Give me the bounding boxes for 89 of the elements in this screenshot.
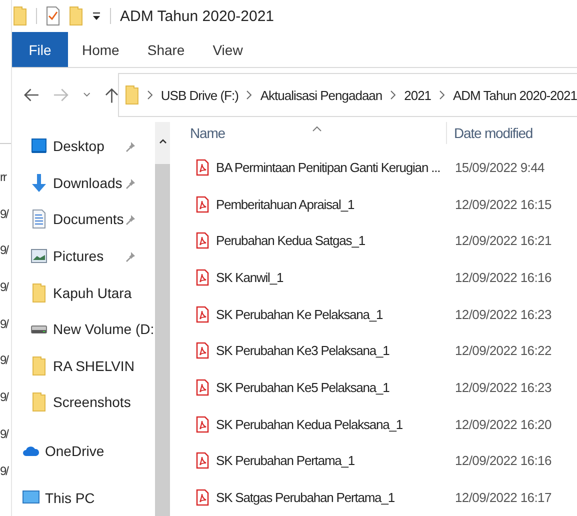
date-modified: 12/09/2022 16:16 — [455, 270, 552, 286]
pdf-file-icon — [196, 196, 209, 213]
file-name[interactable]: SK Kanwil_1 — [216, 270, 284, 286]
chevron-icon[interactable] — [439, 90, 445, 100]
window-title: ADM Tahun 2020-2021 — [120, 8, 274, 24]
file-name[interactable]: BA Permintaan Penitipan Ganti Kerugian ... — [216, 160, 440, 175]
nav-item[interactable]: This PC — [45, 490, 95, 506]
pdf-file-icon — [196, 158, 209, 176]
chevron-icon[interactable] — [146, 90, 153, 100]
date-modified: 12/09/2022 16:21 — [455, 233, 552, 248]
text-fragment: 9/ — [0, 353, 10, 370]
document-icon — [32, 209, 46, 230]
breadcrumb[interactable]: USB Drive (F:) — [160, 88, 238, 102]
chevron-icon[interactable] — [390, 90, 396, 100]
text-fragment: 9/ — [0, 206, 10, 223]
file-name[interactable]: SK Perubahan Pertama_1 — [216, 453, 355, 468]
back-icon[interactable] — [24, 88, 40, 102]
drive-icon — [31, 324, 47, 334]
date-modified: 12/09/2022 16:15 — [455, 196, 552, 212]
pin-icon[interactable] — [125, 214, 136, 226]
nav-item[interactable]: New Volume (D: — [53, 321, 154, 338]
date-modified: 12/09/2022 16:17 — [455, 490, 552, 506]
pdf-file-icon — [196, 489, 209, 506]
pdf-file-icon — [196, 452, 209, 470]
pin-icon[interactable] — [125, 178, 136, 189]
folder-icon — [13, 6, 27, 26]
file-name[interactable]: SK Satgas Perubahan Pertama_1 — [216, 490, 394, 506]
file-name[interactable]: Perubahan Kedua Satgas_1 — [216, 233, 365, 248]
column-header[interactable]: Date modified — [454, 125, 533, 142]
monitor-icon — [22, 490, 40, 506]
cloud-icon — [22, 445, 40, 458]
customize-dropdown-icon[interactable] — [92, 12, 101, 20]
pdf-file-icon — [196, 379, 209, 396]
down-arrow-icon — [31, 172, 47, 193]
nav-item[interactable]: Downloads — [53, 174, 122, 191]
chevron-icon[interactable] — [246, 90, 252, 100]
file-name[interactable]: SK Perubahan Kedua Pelaksana_1 — [216, 416, 403, 432]
date-modified: 15/09/2022 9:44 — [455, 160, 544, 175]
scrollbar[interactable] — [155, 122, 170, 516]
folder-icon — [32, 356, 46, 376]
nav-item[interactable]: Screenshots — [53, 394, 131, 410]
picture-icon — [31, 249, 47, 264]
date-modified: 12/09/2022 16:20 — [455, 416, 552, 432]
desktop-icon — [31, 138, 47, 154]
pdf-file-icon — [196, 342, 209, 360]
nav-item[interactable]: Pictures — [53, 248, 104, 264]
text-fragment: rr — [0, 170, 8, 186]
dropdown-icon[interactable] — [82, 92, 91, 98]
properties-icon[interactable] — [46, 6, 60, 26]
file-name[interactable]: SK Perubahan Ke5 Pelaksana_1 — [216, 380, 390, 396]
up-icon[interactable] — [104, 87, 118, 103]
breadcrumb[interactable]: 2021 — [404, 88, 432, 102]
nav-item[interactable]: RA SHELVIN — [53, 358, 134, 374]
date-modified: 12/09/2022 16:23 — [455, 380, 552, 396]
folder-icon — [32, 282, 46, 303]
file-name[interactable]: SK Perubahan Ke Pelaksana_1 — [216, 306, 383, 322]
pin-icon[interactable] — [125, 141, 136, 152]
text-fragment: 9/ — [0, 464, 10, 480]
nav-item[interactable]: Desktop — [53, 138, 104, 154]
date-modified: 12/09/2022 16:22 — [455, 343, 552, 358]
file-name[interactable]: Pemberitahuan Apraisal_1 — [216, 196, 354, 212]
date-modified: 12/09/2022 16:23 — [455, 306, 552, 322]
file-menu-button[interactable]: File — [12, 32, 68, 67]
ribbon-tab[interactable]: Share — [133, 32, 199, 67]
breadcrumb[interactable]: ADM Tahun 2020-2021 — [453, 88, 577, 102]
pdf-file-icon — [196, 269, 209, 286]
text-fragment: 9/ — [0, 390, 10, 406]
nav-item[interactable]: Kapuh Utara — [53, 284, 132, 301]
date-modified: 12/09/2022 16:16 — [455, 453, 552, 468]
text-fragment: 9/ — [0, 426, 10, 443]
text-fragment: 9/ — [0, 316, 10, 333]
ribbon-tab[interactable]: View — [198, 32, 257, 67]
ribbon-tab[interactable]: Home — [68, 32, 134, 67]
column-header[interactable]: Name — [190, 125, 225, 142]
pdf-file-icon — [196, 232, 209, 250]
breadcrumb[interactable]: Aktualisasi Pengadaan — [260, 88, 382, 102]
nav-item[interactable]: OneDrive — [45, 443, 104, 460]
pdf-file-icon — [196, 416, 209, 433]
address-bar[interactable]: USB Drive (F:) Aktualisasi Pengadaan 2021 ADM Tahun 2020-2021 — [118, 73, 577, 117]
pdf-file-icon — [196, 306, 209, 323]
folder-icon — [69, 6, 83, 26]
text-fragment: 9/ — [0, 243, 10, 260]
folder-icon — [125, 85, 139, 105]
pin-icon[interactable] — [125, 250, 136, 262]
scroll-up-icon[interactable] — [158, 138, 166, 144]
folder-icon — [32, 392, 46, 412]
nav-item[interactable]: Documents — [53, 211, 124, 228]
file-name[interactable]: SK Perubahan Ke3 Pelaksana_1 — [216, 343, 390, 358]
text-fragment: 9/ — [0, 280, 10, 296]
